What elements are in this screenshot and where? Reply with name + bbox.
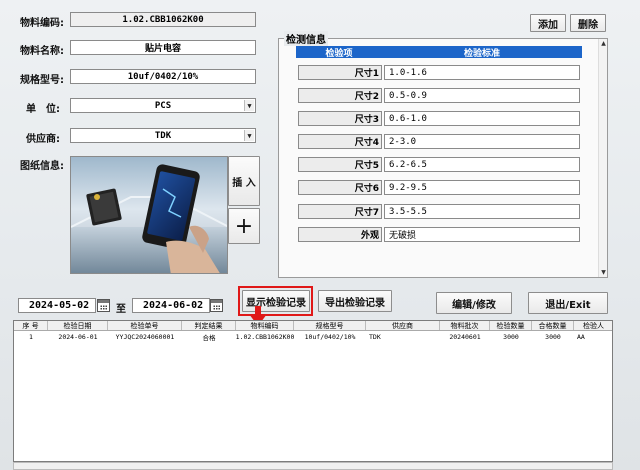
inspection-item-name: 尺寸4 — [298, 134, 382, 149]
inspection-standard-field[interactable]: 无破损 — [384, 227, 580, 242]
table-cell: TDK — [369, 332, 381, 341]
inspection-col-item: 检验项 — [325, 48, 353, 59]
unit-select[interactable]: PCS ▼ — [70, 98, 256, 113]
table-horizontal-scrollbar[interactable] — [13, 462, 613, 470]
inspection-header: 检验项 检验标准 — [296, 46, 582, 59]
table-cell: 3000 — [503, 332, 519, 341]
table-header-cell[interactable]: 检验数量 — [490, 321, 532, 330]
inspection-row: 尺寸2 0.5-0.9 — [298, 88, 580, 103]
inspection-col-standard: 检验标准 — [463, 48, 500, 59]
inspection-standard-field[interactable]: 0.5-0.9 — [384, 88, 580, 103]
inspection-standard-field[interactable]: 3.5-5.5 — [384, 204, 580, 219]
inspection-scrollbar[interactable]: ▲ ▼ — [598, 39, 607, 277]
add-image-button[interactable]: + — [228, 208, 260, 244]
date-to-label: 至 — [116, 304, 126, 315]
add-button[interactable]: 添加 — [530, 14, 566, 32]
supplier-label: 供应商: — [26, 134, 60, 145]
inspection-standard-field[interactable]: 9.2-9.5 — [384, 180, 580, 195]
inspection-row: 外观 无破损 — [298, 227, 580, 242]
inspection-row: 尺寸3 0.6-1.0 — [298, 111, 580, 126]
inspection-item-name: 尺寸2 — [298, 88, 382, 103]
date-to-field[interactable]: 2024-06-02 — [132, 298, 210, 313]
inspection-panel-title: 检测信息 — [284, 31, 328, 46]
table-header-cell[interactable]: 规格型号 — [294, 321, 366, 330]
exit-button[interactable]: 退出/Exit — [528, 292, 608, 314]
inspection-item-name: 尺寸1 — [298, 65, 382, 80]
material-code-label: 物料编码: — [20, 18, 64, 29]
export-records-button[interactable]: 导出检验记录 — [318, 290, 392, 312]
plus-icon: + — [234, 213, 254, 239]
drawing-image — [70, 156, 228, 274]
scroll-down-icon[interactable]: ▼ — [599, 268, 608, 277]
inspection-row: 尺寸1 1.0-1.6 — [298, 65, 580, 80]
inspection-item-name: 尺寸5 — [298, 157, 382, 172]
inspection-standard-field[interactable]: 1.0-1.6 — [384, 65, 580, 80]
table-cell: 20240601 — [449, 332, 481, 341]
table-header: 序 号 检验日期 检验单号 判定结果 物料编码 规格型号 供应商 物料批次 检验… — [14, 321, 612, 331]
inspection-standard-field[interactable]: 6.2-6.5 — [384, 157, 580, 172]
unit-select-value: PCS — [154, 100, 172, 111]
supplier-select-value: TDK — [154, 130, 172, 141]
table-header-cell[interactable]: 检验单号 — [108, 321, 182, 330]
table-cell: 2024-06-01 — [58, 332, 98, 341]
table-cell: 1 — [29, 332, 33, 341]
table-cell: 1.02.CBB1062K00 — [236, 332, 294, 341]
inspection-item-name: 尺寸6 — [298, 180, 382, 195]
inspection-row: 尺寸4 2-3.0 — [298, 134, 580, 149]
spec-field[interactable]: 10uf/0402/10% — [70, 69, 256, 84]
insert-image-button[interactable]: 插 入 — [228, 156, 260, 206]
inspection-standard-field[interactable]: 2-3.0 — [384, 134, 580, 149]
inspection-item-name: 外观 — [298, 227, 382, 242]
table-header-cell[interactable]: 物料编码 — [236, 321, 294, 330]
table-cell: YYJQC2024060001 — [115, 332, 175, 341]
phone-illustration-icon — [71, 164, 227, 273]
inspection-standard-field[interactable]: 0.6-1.0 — [384, 111, 580, 126]
records-table[interactable]: 序 号 检验日期 检验单号 判定结果 物料编码 规格型号 供应商 物料批次 检验… — [13, 320, 613, 462]
inspection-row: 尺寸5 6.2-6.5 — [298, 157, 580, 172]
drawing-label: 图纸信息: — [20, 161, 64, 172]
date-from-field[interactable]: 2024-05-02 — [18, 298, 96, 313]
unit-label: 单 位: — [26, 104, 60, 115]
chevron-down-icon[interactable]: ▼ — [244, 130, 254, 141]
table-cell: 10uf/0402/10% — [304, 332, 356, 341]
table-cell: 合格 — [202, 333, 216, 342]
spec-label: 规格型号: — [20, 75, 64, 86]
table-cell: 3000 — [545, 332, 561, 341]
material-name-field[interactable]: 贴片电容 — [70, 40, 256, 55]
calendar-icon[interactable] — [97, 299, 110, 312]
inspection-row: 尺寸7 3.5-5.5 — [298, 204, 580, 219]
edit-button[interactable]: 编辑/修改 — [436, 292, 512, 314]
table-header-cell[interactable]: 序 号 — [14, 321, 48, 330]
table-header-cell[interactable]: 检验人 — [574, 321, 612, 330]
table-header-cell[interactable]: 判定结果 — [182, 321, 236, 330]
table-row[interactable]: 1 2024-06-01 YYJQC2024060001 合格 1.02.CBB… — [14, 332, 612, 342]
table-cell: AA — [577, 332, 585, 341]
table-header-cell[interactable]: 合格数量 — [532, 321, 574, 330]
inspection-item-name: 尺寸7 — [298, 204, 382, 219]
material-code-field[interactable]: 1.02.CBB1062K00 — [70, 12, 256, 27]
scroll-up-icon[interactable]: ▲ — [599, 39, 608, 48]
delete-button[interactable]: 删除 — [570, 14, 606, 32]
inspection-item-name: 尺寸3 — [298, 111, 382, 126]
calendar-icon[interactable] — [210, 299, 223, 312]
chevron-down-icon[interactable]: ▼ — [244, 100, 254, 111]
table-header-cell[interactable]: 供应商 — [366, 321, 440, 330]
supplier-select[interactable]: TDK ▼ — [70, 128, 256, 143]
inspection-row: 尺寸6 9.2-9.5 — [298, 180, 580, 195]
material-name-label: 物料名称: — [20, 46, 64, 57]
table-header-cell[interactable]: 物料批次 — [440, 321, 490, 330]
table-header-cell[interactable]: 检验日期 — [48, 321, 108, 330]
